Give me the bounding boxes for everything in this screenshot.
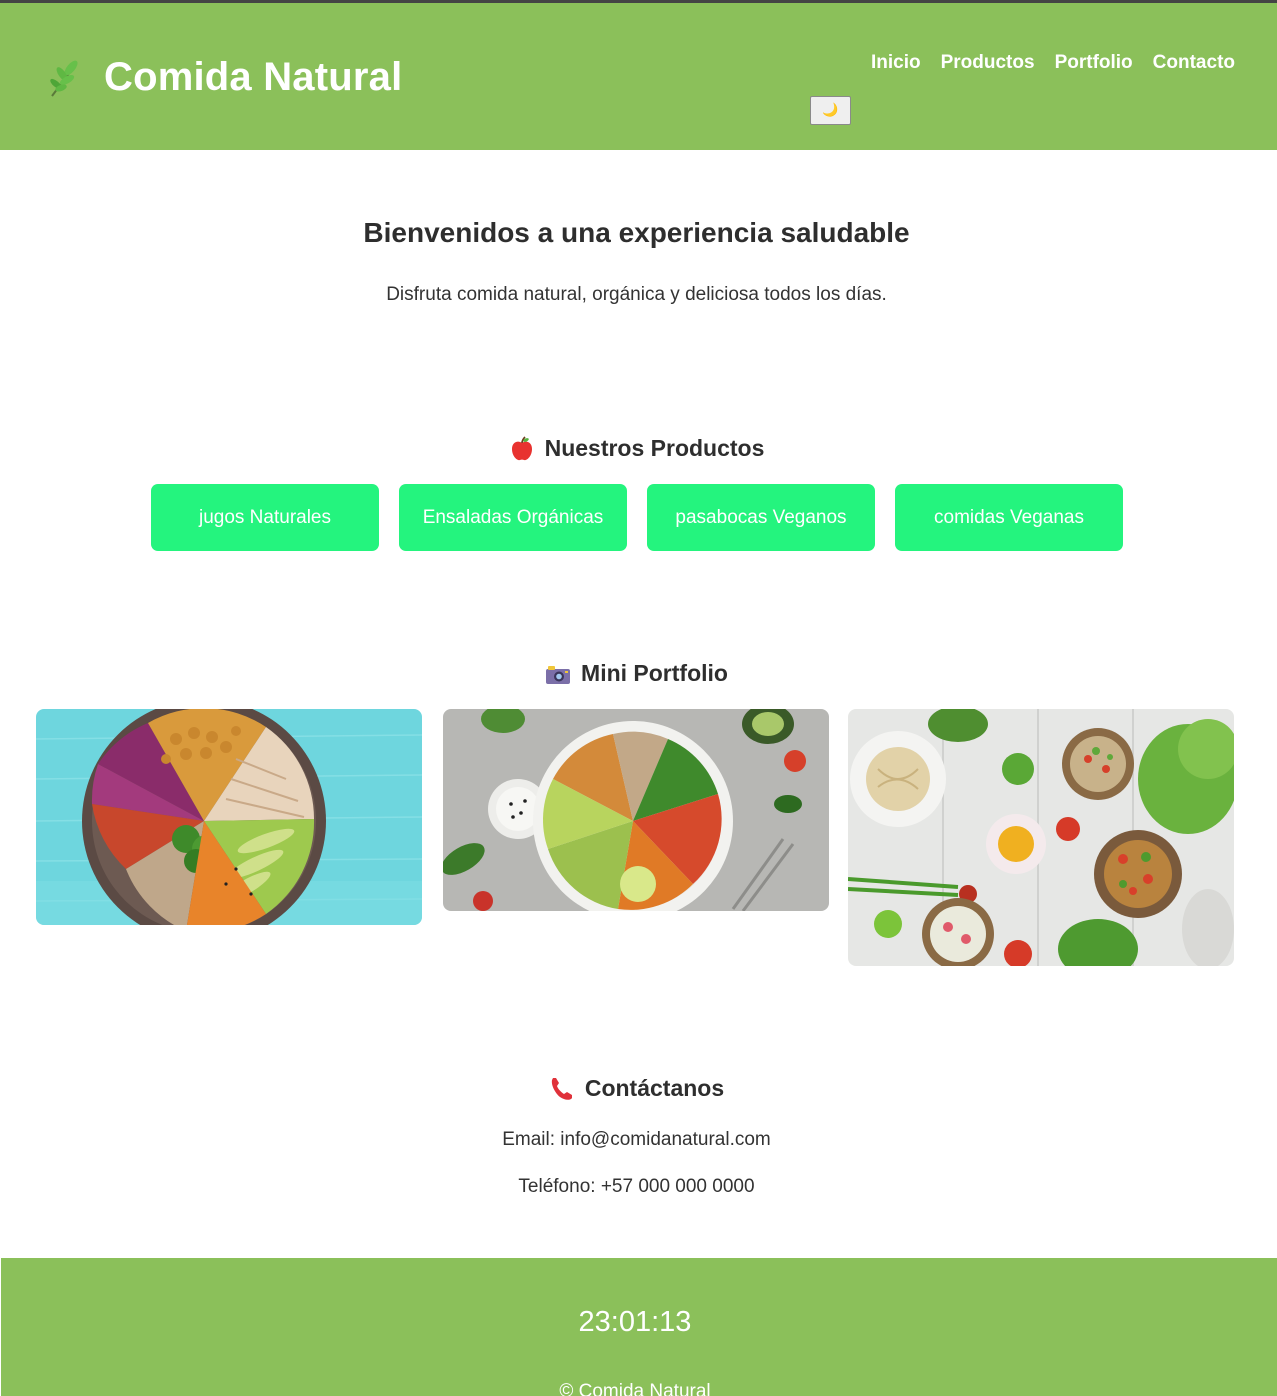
portfolio-photo-veggie-bowl [443,709,829,911]
contact-heading: Contáctanos [0,1075,1273,1102]
portfolio-heading: Mini Portfolio [0,660,1273,687]
hero-text: Disfruta comida natural, orgánica y deli… [386,284,887,305]
portfolio-heading-text: Mini Portfolio [581,660,728,686]
copyright: © Comida Natural [559,1381,711,1396]
camera-icon [546,665,571,684]
site-header: Comida Natural Inicio Productos Portfoli… [0,3,1277,150]
products-heading-text: Nuestros Productos [544,435,765,461]
herb-icon [50,60,78,97]
brand[interactable]: Comida Natural [46,55,402,100]
brand-title: Comida Natural [104,55,403,99]
apple-icon [511,435,532,460]
product-card[interactable]: jugos Naturales [151,484,379,551]
main-nav: Inicio Productos Portfolio Contacto [871,52,1235,74]
nav-link-contacto[interactable]: Contacto [1153,52,1235,74]
nav-link-inicio[interactable]: Inicio [871,52,921,74]
products-list: jugos Naturales Ensaladas Orgánicas pasa… [151,484,1123,551]
hero-title: Bienvenidos a una experiencia saludable [363,217,910,248]
site-footer: 23:01:13 © Comida Natural [1,1258,1277,1396]
telephone-receiver-icon [551,1077,572,1100]
contact-heading-text: Contáctanos [584,1075,725,1101]
nav-link-productos[interactable]: Productos [941,52,1035,74]
product-card[interactable]: Ensaladas Orgánicas [399,484,627,551]
contact-email: Email: info@comidanatural.com [502,1129,771,1150]
product-card[interactable]: comidas Veganas [895,484,1123,551]
clock: 23:01:13 [578,1306,692,1338]
nav-link-portfolio[interactable]: Portfolio [1055,52,1133,74]
portfolio-photo-assorted-dishes [848,709,1234,966]
product-card[interactable]: pasabocas Veganos [647,484,875,551]
portfolio-photo-buddha-bowl [36,709,422,925]
contact-phone: Teléfono: +57 000 000 0000 [518,1176,755,1197]
products-heading: Nuestros Productos [0,435,1273,462]
theme-toggle-button[interactable]: 🌙 [810,96,851,125]
